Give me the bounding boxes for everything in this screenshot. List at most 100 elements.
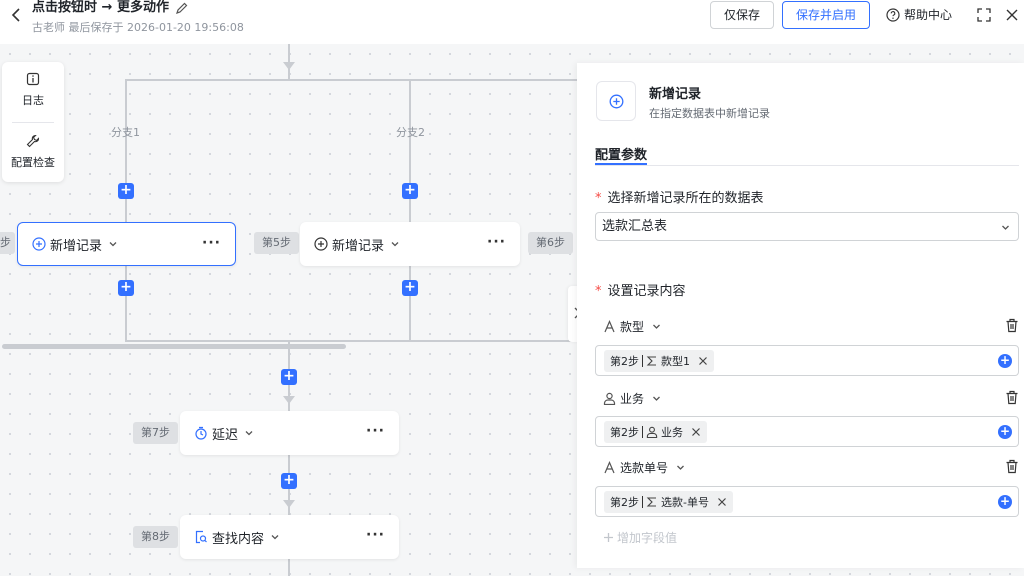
add-field-value-button[interactable]: 增加字段值 (603, 529, 677, 546)
chevron-down-icon[interactable] (390, 239, 400, 249)
add-step-button[interactable]: + (281, 369, 297, 385)
chevron-down-icon[interactable] (652, 394, 661, 403)
log-tool[interactable]: 日志 (2, 72, 64, 108)
remove-chip-icon[interactable] (698, 356, 708, 366)
variable-chip[interactable]: 第2步 选款-单号 (604, 491, 733, 513)
node-label: 新增记录 (50, 238, 103, 254)
remove-chip-icon[interactable] (717, 497, 727, 507)
add-step-button[interactable]: + (118, 280, 134, 296)
log-info-icon (26, 72, 40, 86)
question-circle-icon (886, 7, 900, 22)
timer-icon (195, 426, 207, 440)
arrow-down-icon (283, 62, 295, 70)
tab-divider (595, 165, 1019, 166)
search-document-icon (195, 530, 207, 544)
panel-icon-box (596, 81, 636, 121)
sigma-icon (646, 497, 656, 507)
field-value-input[interactable]: 第2步 选款-单号 + (595, 486, 1019, 517)
plus-circle-icon (32, 237, 46, 251)
chevron-down-icon[interactable] (676, 463, 685, 472)
sigma-icon (646, 356, 656, 366)
chevron-down-icon[interactable] (270, 532, 280, 542)
save-only-button[interactable]: 仅保存 (710, 1, 774, 29)
connector-line (125, 79, 585, 81)
connector-line (409, 79, 411, 341)
chevron-down-icon[interactable] (108, 239, 118, 249)
tab-config-params[interactable]: 配置参数 (595, 144, 647, 163)
field-row-yewu[interactable]: 业务 (603, 388, 1019, 408)
chevron-down-icon (1002, 225, 1009, 230)
divider (12, 122, 54, 123)
required-mark: * (595, 191, 602, 206)
config-panel: 新增记录 在指定数据表中新增记录 配置参数 * 选择新增记录所在的数据表 选款汇总… (577, 63, 1024, 568)
last-saved-info: 古老师 最后保存于 2026-01-20 19:56:08 (32, 21, 244, 34)
more-options-icon[interactable]: ··· (366, 527, 385, 543)
back-arrow-icon[interactable] (8, 6, 26, 24)
field-value-input[interactable]: 第2步 业务 + (595, 416, 1019, 447)
plus-circle-icon (314, 237, 328, 251)
config-check-tool[interactable]: 配置检查 (2, 134, 64, 170)
chevron-down-icon[interactable] (652, 322, 661, 331)
field-row-kuanxing[interactable]: 款型 (603, 316, 1019, 336)
save-and-enable-button[interactable]: 保存并启用 (782, 1, 870, 29)
arrow-down-icon (283, 500, 295, 508)
panel-description: 在指定数据表中新增记录 (649, 107, 770, 120)
connector-line (125, 79, 127, 341)
add-step-button[interactable]: + (402, 280, 418, 296)
add-variable-icon[interactable]: + (998, 425, 1012, 439)
fullscreen-icon[interactable] (976, 7, 992, 23)
person-icon (603, 392, 616, 405)
chevron-down-icon[interactable] (244, 428, 254, 438)
trash-icon[interactable] (1005, 390, 1019, 405)
close-icon[interactable] (1004, 7, 1020, 23)
flow-node-find-content[interactable]: 查找内容 ··· (180, 515, 399, 559)
more-options-icon[interactable]: ··· (487, 234, 506, 250)
variable-chip[interactable]: 第2步 业务 (604, 421, 707, 443)
branch-label-2: 分支2 (396, 126, 425, 139)
step-tag-5: 第5步 (254, 232, 299, 254)
horizontal-scrollbar[interactable] (2, 344, 346, 349)
required-mark: * (595, 284, 602, 299)
add-variable-icon[interactable]: + (998, 354, 1012, 368)
plus-circle-icon (609, 94, 624, 109)
table-select-label: * 选择新增记录所在的数据表 (595, 191, 764, 206)
remove-chip-icon[interactable] (691, 427, 701, 437)
step-tag: 步 (0, 232, 15, 254)
branch-label-1: 分支1 (111, 126, 140, 139)
add-variable-icon[interactable]: + (998, 495, 1012, 509)
side-toolbox: 日志 配置检查 (2, 62, 64, 182)
record-content-label: * 设置记录内容 (595, 284, 686, 299)
node-label: 延迟 (212, 427, 239, 443)
variable-chip[interactable]: 第2步 款型1 (604, 350, 714, 372)
add-step-button[interactable]: + (281, 473, 297, 489)
trash-icon[interactable] (1005, 318, 1019, 333)
plus-icon (604, 533, 613, 542)
text-type-icon (604, 460, 615, 473)
table-select[interactable]: 选款汇总表 (595, 212, 1019, 241)
trash-icon[interactable] (1005, 459, 1019, 474)
node-label: 查找内容 (212, 531, 265, 547)
tab-active-indicator (595, 163, 647, 165)
add-step-button[interactable]: + (118, 183, 134, 199)
page-title: 点击按钮时 → 更多动作 (32, 0, 189, 15)
arrow-down-icon (283, 396, 295, 404)
help-center-link[interactable]: 帮助中心 (886, 6, 952, 23)
flow-node-add-record-2[interactable]: 新增记录 ··· (300, 222, 520, 266)
step-tag-6: 第6步 (528, 232, 573, 254)
step-tag-8: 第8步 (133, 526, 178, 548)
edit-pencil-icon[interactable] (175, 1, 189, 15)
panel-title: 新增记录 (649, 87, 702, 102)
more-options-icon[interactable]: ··· (202, 235, 221, 251)
add-step-button[interactable]: + (402, 183, 418, 199)
flow-node-delay[interactable]: 延迟 ··· (180, 411, 399, 455)
flow-node-add-record-1[interactable]: 新增记录 ··· (17, 222, 236, 266)
connector-line (125, 340, 585, 342)
field-value-input[interactable]: 第2步 款型1 + (595, 345, 1019, 376)
more-options-icon[interactable]: ··· (366, 423, 385, 439)
person-icon (646, 426, 658, 438)
text-type-icon (604, 319, 615, 332)
field-row-xuankuan-danhao[interactable]: 选款单号 (603, 457, 1019, 477)
node-label: 新增记录 (332, 238, 385, 254)
wrench-icon (26, 134, 40, 148)
step-tag-7: 第7步 (133, 422, 178, 444)
